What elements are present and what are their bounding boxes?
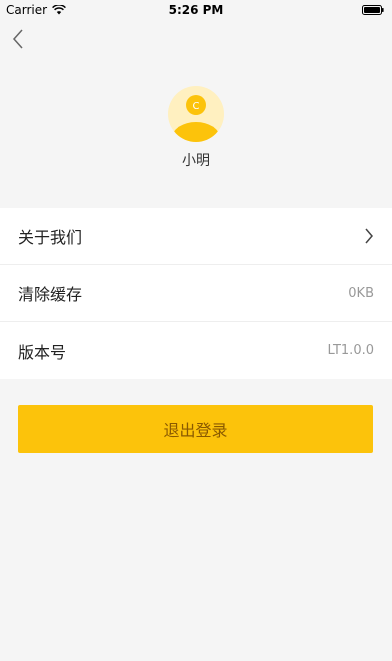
settings-item-label: 关于我们 <box>18 228 83 247</box>
settings-item-about[interactable]: 关于我们 <box>0 208 392 265</box>
settings-item-label: 清除缓存 <box>18 285 83 304</box>
username: 小明 <box>182 153 210 169</box>
avatar-icon: C <box>168 86 224 142</box>
settings-list: 关于我们 清除缓存 0KB 版本号 LT1.0.0 <box>0 208 392 379</box>
version-value: LT1.0.0 <box>327 343 374 358</box>
avatar-letter: C <box>193 101 200 112</box>
profile-section: C 小明 <box>0 86 392 170</box>
cache-size-value: 0KB <box>348 285 374 301</box>
status-bar: Carrier 5:26 PM <box>0 0 392 20</box>
chevron-right-icon <box>365 228 373 244</box>
settings-item-version: 版本号 LT1.0.0 <box>0 322 392 379</box>
avatar[interactable]: C <box>168 86 224 142</box>
back-button[interactable] <box>6 26 30 52</box>
status-time: 5:26 PM <box>168 3 224 17</box>
battery-icon <box>362 5 384 15</box>
settings-item-label: 版本号 <box>18 342 67 362</box>
chevron-left-icon <box>12 29 23 49</box>
settings-item-clear-cache[interactable]: 清除缓存 0KB <box>0 265 392 322</box>
logout-button[interactable]: 退出登录 <box>18 405 373 453</box>
